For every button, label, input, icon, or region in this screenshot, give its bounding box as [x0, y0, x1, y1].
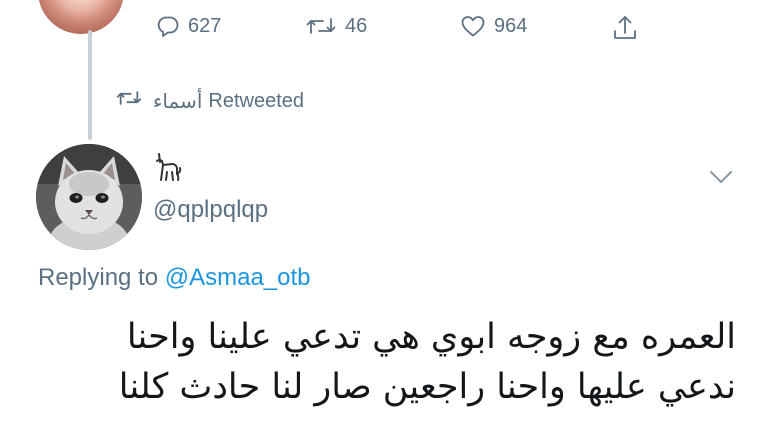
retweet-icon [115, 88, 143, 114]
retweet-count: 46 [345, 14, 368, 37]
share-icon [612, 14, 638, 42]
author-handle[interactable]: @qplpqlqp [153, 196, 268, 224]
chevron-down-icon[interactable] [708, 168, 734, 186]
tweet-action-bar: 627 46 964 [0, 14, 768, 50]
like-button[interactable]: 964 [460, 14, 527, 38]
reply-bubble-icon [156, 14, 180, 38]
cat-avatar[interactable] [36, 144, 142, 250]
tweet-text: العمره مع زوجه ابوي هي تدعي علينا واحنا … [36, 312, 736, 412]
reply-mention-link[interactable]: @Asmaa_otb [165, 264, 311, 291]
replying-to-line: Replying to @Asmaa_otb [38, 264, 311, 292]
heart-icon [460, 14, 486, 38]
retweet-button[interactable]: 46 [305, 14, 367, 38]
cat-glyph-icon [153, 152, 183, 184]
reply-button[interactable]: 627 [156, 14, 221, 38]
retweeted-banner: أسماء Retweeted [115, 88, 304, 114]
retweet-icon [305, 14, 337, 38]
reply-count: 627 [188, 14, 222, 37]
retweeted-label: Retweeted [208, 89, 304, 112]
like-count: 964 [494, 14, 528, 37]
replying-to-label: Replying to [38, 264, 159, 291]
retweeter-name[interactable]: أسماء [153, 89, 202, 113]
tweet-text-line: العمره مع زوجه ابوي هي تدعي علينا واحنا [126, 317, 736, 357]
share-button[interactable] [612, 14, 638, 42]
tweet-text-line: ندعي عليها واحنا راجعين صار لنا حادث كلن… [118, 367, 736, 407]
